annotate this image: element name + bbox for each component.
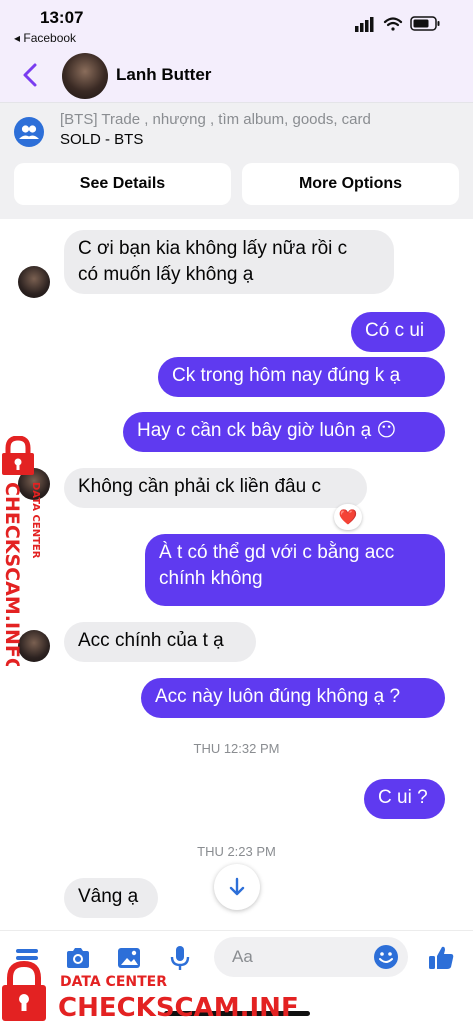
message-outgoing[interactable]: Có c ui (351, 312, 445, 352)
message-incoming[interactable]: C ơi bạn kia không lấy nữa rồi c có muốn… (64, 230, 394, 294)
watermark-side: CHECKSCAM.INFO DATA CENTER (1, 436, 41, 666)
lock-logo (2, 960, 46, 1021)
chevron-left-icon[interactable] (20, 62, 42, 88)
message-outgoing[interactable]: Hay c cần ck bây giờ luôn ạ 😶 (123, 412, 445, 452)
arrow-down-icon (229, 877, 245, 896)
thumbs-up-icon (429, 946, 454, 969)
group-subtitle: [BTS] Trade , nhượng , tìm album, goods,… (60, 111, 371, 128)
message-outgoing[interactable]: À t có thể gd với c bằng acc chính không (145, 534, 445, 606)
status-time: 13:07 (40, 8, 84, 27)
timestamp: THU 2:23 PM (197, 844, 276, 859)
message-text: có muốn lấy không ạ (78, 264, 254, 285)
chat-header: Lanh Butter (0, 50, 473, 102)
back-to-facebook-link[interactable]: ◂ Facebook (14, 31, 76, 45)
battery-icon (410, 16, 440, 31)
status-icons (355, 16, 440, 32)
group-icon (14, 117, 44, 147)
message-text: Vâng ạ (78, 886, 139, 907)
wifi-icon (383, 17, 403, 31)
message-text: Ck trong hôm nay đúng k ạ (172, 365, 401, 386)
message-outgoing[interactable]: C ui ? (364, 779, 445, 819)
heart-icon: ❤️ (338, 509, 358, 526)
group-title: SOLD - BTS (60, 131, 144, 148)
watermark-side-line2: DATA CENTER (30, 482, 41, 559)
message-text: Acc chính của t ạ (78, 630, 224, 651)
status-bar: 13:07 ◂ Facebook (0, 0, 473, 50)
contact-name[interactable]: Lanh Butter (116, 65, 211, 85)
watermark-bottom-line2: CHECKSCAM.INFO (58, 993, 300, 1023)
message-incoming[interactable]: Acc chính của t ạ (64, 622, 256, 662)
message-incoming[interactable]: Không cần phải ck liền đâu c (64, 468, 367, 508)
sender-avatar[interactable] (18, 266, 50, 298)
more-options-button[interactable]: More Options (242, 163, 459, 205)
message-text: C ơi bạn kia không lấy nữa rồi c (78, 238, 348, 259)
message-text: Acc này luôn đúng không ạ ? (155, 686, 401, 707)
lock-logo (2, 436, 34, 475)
message-outgoing[interactable]: Acc này luôn đúng không ạ ? (141, 678, 445, 718)
heart-reaction[interactable]: ❤️ (334, 504, 362, 530)
watermark-bottom-line1: DATA CENTER (60, 974, 167, 990)
like-button[interactable] (426, 943, 456, 973)
message-text: Có c ui (365, 320, 425, 341)
scroll-to-bottom-button[interactable] (214, 864, 260, 910)
see-details-button[interactable]: See Details (14, 163, 231, 205)
group-info-bar: [BTS] Trade , nhượng , tìm album, goods,… (0, 102, 473, 219)
message-outgoing[interactable]: Ck trong hôm nay đúng k ạ (158, 357, 445, 397)
message-text: À t có thể gd với c bằng acc (159, 542, 395, 563)
message-text: C ui ? (378, 787, 428, 808)
timestamp: THU 12:32 PM (193, 741, 280, 756)
contact-avatar[interactable] (62, 53, 108, 99)
emoji-icon[interactable] (372, 943, 400, 971)
signal-icon (355, 17, 374, 32)
message-incoming[interactable]: Vâng ạ (64, 878, 158, 918)
message-text: chính không (159, 568, 263, 589)
message-text: Không cần phải ck liền đâu c (78, 476, 321, 497)
message-list[interactable]: C ơi bạn kia không lấy nữa rồi c có muốn… (0, 218, 473, 930)
watermark-side-line1: CHECKSCAM.INFO (1, 482, 23, 666)
message-text: Hay c cần ck bây giờ luôn ạ 😶 (137, 420, 397, 441)
watermark-bottom: DATA CENTER CHECKSCAM.INFO (2, 960, 300, 1023)
